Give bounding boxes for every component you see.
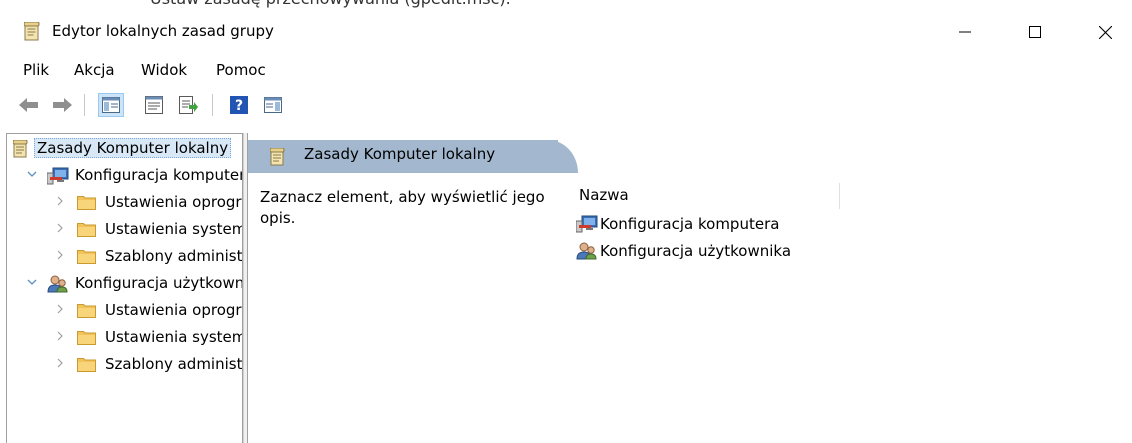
tree-item-user-software-settings[interactable]: Ustawienia oprogramowania — [7, 298, 242, 325]
forward-button[interactable] — [51, 94, 73, 116]
folder-icon — [77, 196, 96, 210]
properties-button[interactable] — [143, 94, 165, 116]
chevron-down-icon[interactable] — [27, 169, 37, 179]
tree-pane: Zasady Komputer lokalny Konfiguracja kom… — [6, 133, 243, 443]
menu-action[interactable]: Akcja — [74, 61, 115, 79]
export-list-button[interactable] — [178, 94, 200, 116]
menu-help[interactable]: Pomoc — [216, 61, 266, 79]
maximize-button[interactable] — [1000, 8, 1070, 56]
tree-item-label: Ustawienia oprogramowania — [105, 193, 242, 211]
detail-pane: Zasady Komputer lokalny Zaznacz element,… — [248, 133, 1132, 443]
tree-item-label: Szablony administracyjne — [105, 247, 243, 265]
list-item-label: Konfiguracja użytkownika — [600, 242, 792, 260]
tree-item-user-config[interactable]: Konfiguracja użytkownika — [7, 271, 243, 298]
folder-icon — [77, 223, 96, 237]
detail-header: Zasady Komputer lokalny — [248, 133, 1132, 173]
tree-root-label: Zasady Komputer lokalny — [34, 138, 232, 158]
folder-icon — [77, 358, 96, 372]
toolbar-separator — [212, 94, 213, 116]
users-icon — [576, 242, 597, 260]
window-title: Edytor lokalnych zasad grupy — [52, 22, 274, 40]
minimize-icon — [959, 31, 971, 33]
help-icon: ? — [230, 96, 248, 114]
column-header-label: Nazwa — [579, 186, 629, 204]
minimize-button[interactable] — [930, 8, 1000, 56]
show-tree-button[interactable] — [98, 93, 124, 117]
column-header-name[interactable]: Nazwa — [578, 183, 840, 209]
maximize-icon — [1029, 26, 1041, 38]
tree-item-label: Konfiguracja komputera — [75, 166, 243, 184]
cropped-caption-strip: Ustaw zasadę przechowywania (gpedit.msc)… — [0, 0, 1132, 8]
tree-item-label: Ustawienia oprogramowania — [105, 301, 242, 319]
action-pane-button[interactable] — [262, 94, 284, 116]
chevron-right-icon[interactable] — [55, 196, 65, 206]
tree-item-admin-templates[interactable]: Szablony administracyjne — [7, 244, 243, 271]
tree-root-local-policy[interactable]: Zasady Komputer lokalny — [7, 136, 242, 163]
menu-bar: Plik Akcja Widok Pomoc — [0, 56, 1132, 86]
show-tree-icon — [102, 97, 120, 113]
close-button[interactable] — [1070, 8, 1132, 56]
menu-view[interactable]: Widok — [141, 61, 187, 79]
chevron-right-icon[interactable] — [55, 223, 65, 233]
tree-item-computer-config[interactable]: Konfiguracja komputera — [7, 163, 243, 190]
folder-icon — [77, 250, 96, 264]
tree-item-user-windows-settings[interactable]: Ustawienia systemu Windows — [7, 325, 242, 352]
detail-description: Zaznacz element, aby wyświetlić jego opi… — [260, 188, 545, 227]
chevron-right-icon[interactable] — [55, 331, 65, 341]
list-item-label: Konfiguracja komputera — [600, 215, 780, 233]
policy-icon — [270, 148, 285, 166]
computer-icon — [576, 215, 598, 233]
chevron-down-icon[interactable] — [27, 277, 37, 287]
tree-item-user-admin-templates[interactable]: Szablony administracyjne — [7, 352, 243, 379]
toolbar: ? — [0, 86, 1132, 126]
computer-icon — [47, 167, 69, 185]
close-icon — [1098, 25, 1112, 39]
menu-file[interactable]: Plik — [23, 61, 49, 79]
detail-title: Zasady Komputer lokalny — [304, 145, 496, 163]
action-pane-icon — [264, 97, 282, 113]
svg-text:?: ? — [235, 98, 243, 114]
users-icon — [47, 275, 68, 293]
help-button[interactable]: ? — [228, 94, 250, 116]
chevron-right-icon[interactable] — [55, 358, 65, 368]
forward-arrow-icon — [53, 98, 72, 112]
tree-item-label: Szablony administracyjne — [105, 355, 243, 373]
cropped-caption-text: Ustaw zasadę przechowywania (gpedit.msc)… — [150, 0, 511, 8]
folder-icon — [77, 331, 96, 345]
folder-icon — [77, 304, 96, 318]
tree-item-label: Ustawienia systemu Windows — [105, 220, 242, 238]
tree-item-windows-settings[interactable]: Ustawienia systemu Windows — [7, 217, 242, 244]
chevron-right-icon[interactable] — [55, 250, 65, 260]
tree-item-label: Konfiguracja użytkownika — [75, 274, 243, 292]
policy-icon — [13, 140, 28, 158]
toolbar-separator — [84, 94, 85, 116]
properties-icon — [145, 96, 163, 114]
chevron-right-icon[interactable] — [55, 304, 65, 314]
tree-item-software-settings[interactable]: Ustawienia oprogramowania — [7, 190, 242, 217]
back-button[interactable] — [18, 94, 40, 116]
tree-item-label: Ustawienia systemu Windows — [105, 328, 242, 346]
export-list-icon — [179, 96, 198, 114]
title-bar: Edytor lokalnych zasad grupy — [0, 8, 1132, 56]
policy-editor-icon — [24, 22, 40, 41]
back-arrow-icon — [19, 98, 38, 112]
